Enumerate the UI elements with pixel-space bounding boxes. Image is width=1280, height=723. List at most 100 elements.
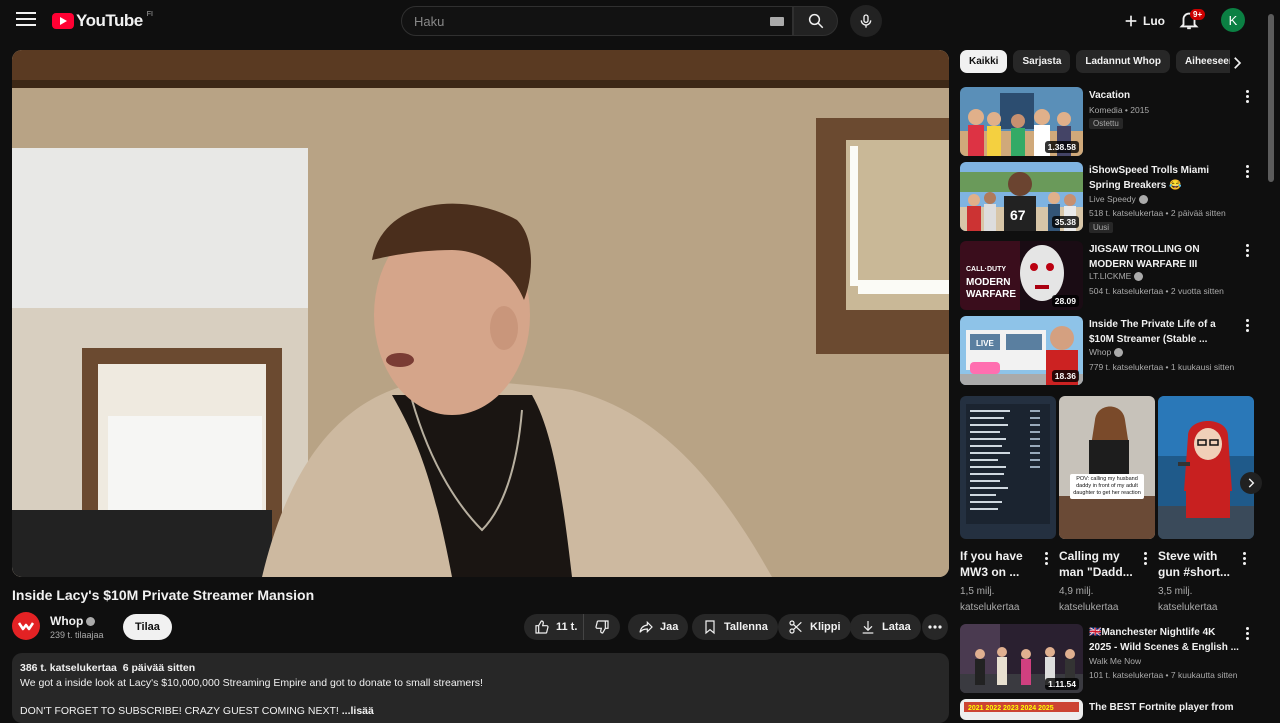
recommendation-channel: LT.LICKME bbox=[1089, 271, 1132, 281]
verified-icon bbox=[1114, 347, 1124, 357]
svg-text:LIVE: LIVE bbox=[976, 339, 994, 348]
recommendation-thumbnail: CALL·DUTY MODERN WARFARE 28.09 bbox=[960, 241, 1083, 310]
recommendation-menu-button[interactable] bbox=[1243, 319, 1251, 335]
chip-related[interactable]: Aiheeseen bbox=[1175, 50, 1230, 73]
search-button[interactable] bbox=[793, 6, 838, 36]
verified-icon bbox=[86, 616, 96, 626]
like-button[interactable]: 11 t. bbox=[524, 614, 586, 640]
description-box[interactable]: 386 t. katselukertaa 6 päivää sitten We … bbox=[12, 653, 949, 723]
description-meta: 386 t. katselukertaa 6 päivää sitten bbox=[20, 661, 941, 676]
upload-age: 6 päivää sitten bbox=[122, 662, 196, 674]
channel-name-link[interactable]: Whop bbox=[50, 614, 96, 628]
short-caption: POV: calling my husband daddy in front o… bbox=[1070, 474, 1144, 499]
purchased-badge: Ostettu bbox=[1089, 118, 1123, 129]
short-item[interactable]: POV: calling my husband daddy in front o… bbox=[1059, 396, 1155, 616]
voice-search-button[interactable] bbox=[850, 5, 882, 37]
recommendation-title: JIGSAW TROLLING ON MODERN WARFARE III bbox=[1089, 244, 1200, 270]
subscribe-button[interactable]: Tilaa bbox=[123, 614, 172, 640]
youtube-play-icon bbox=[52, 13, 74, 29]
search-box bbox=[401, 6, 793, 36]
keyboard-icon[interactable] bbox=[770, 17, 784, 26]
recommendation-item[interactable]: 67 35.38 iShowSpeed Trolls Miami Spring … bbox=[960, 162, 1260, 233]
short-item[interactable]: Steve with gun #short... 3,5 milj. katse… bbox=[1158, 396, 1254, 616]
channel-avatar[interactable] bbox=[12, 612, 40, 640]
microphone-icon bbox=[860, 14, 872, 28]
recommendation-item[interactable]: 1.38.58 Vacation Komedia • 2015 Ostettu bbox=[960, 87, 1260, 157]
clip-button[interactable]: Klippi bbox=[778, 614, 851, 640]
recommendation-channel-row: Live Speedy bbox=[1089, 194, 1148, 204]
recommendation-item[interactable]: LIVE 18.36 Inside The Private Life of a … bbox=[960, 316, 1260, 386]
shorts-shelf: If you have MW3 on ... 1,5 milj. katselu… bbox=[960, 396, 1255, 613]
short-item[interactable]: If you have MW3 on ... 1,5 milj. katselu… bbox=[960, 396, 1056, 616]
chevron-right-icon bbox=[1234, 57, 1242, 69]
download-button[interactable]: Lataa bbox=[850, 614, 921, 640]
recommendation-meta: 504 t. katselukertaa • 2 vuotta sitten bbox=[1089, 286, 1224, 296]
description-line-2-row: DON'T FORGET TO SUBSCRIBE! CRAZY GUEST C… bbox=[20, 704, 941, 719]
short-title: Steve with gun #short... bbox=[1158, 549, 1230, 579]
bookmark-icon bbox=[705, 620, 715, 635]
svg-text:2021 2022 2023 2024 2025: 2021 2022 2023 2024 2025 bbox=[968, 705, 1054, 712]
search-icon bbox=[808, 13, 823, 29]
recommendation-thumbnail: 1.38.58 bbox=[960, 87, 1083, 156]
short-menu-button[interactable] bbox=[1141, 552, 1149, 568]
logo-text: YouTube bbox=[76, 11, 143, 30]
search-input[interactable] bbox=[402, 7, 792, 35]
create-button[interactable]: Luo bbox=[1115, 7, 1173, 35]
recommendation-channel-row: Walk Me Now bbox=[1089, 656, 1141, 666]
recommendation-thumbnail: 2021 2022 2023 2024 2025 bbox=[960, 699, 1083, 720]
video-player[interactable] bbox=[12, 50, 949, 577]
account-avatar[interactable]: K bbox=[1221, 8, 1245, 32]
short-thumbnail: POV: calling my husband daddy in front o… bbox=[1059, 396, 1155, 539]
verified-icon bbox=[1138, 194, 1148, 204]
recommendation-title: Inside The Private Life of a $10M Stream… bbox=[1089, 319, 1216, 345]
recommendation-menu-button[interactable] bbox=[1243, 90, 1251, 106]
like-count: 11 t. bbox=[556, 621, 578, 633]
scissors-icon bbox=[789, 620, 802, 634]
chips-next-button[interactable] bbox=[1228, 54, 1246, 72]
scrollbar-thumb[interactable] bbox=[1268, 14, 1274, 182]
download-label: Lataa bbox=[882, 621, 911, 633]
recommendation-title: 🇬🇧Manchester Nightlife 4K 2025 - Wild Sc… bbox=[1089, 627, 1239, 653]
clip-label: Klippi bbox=[810, 621, 841, 633]
filter-chips: Kaikki Sarjasta Ladannut Whop Aiheeseen bbox=[960, 50, 1230, 74]
more-actions-button[interactable] bbox=[922, 614, 948, 640]
short-title: If you have MW3 on ... bbox=[960, 549, 1023, 579]
thumbnail-image bbox=[1158, 396, 1254, 539]
video-duration: 1.38.58 bbox=[1044, 141, 1079, 153]
recommendation-channel: Komedia • 2015 bbox=[1089, 105, 1150, 115]
recommendation-item[interactable]: 2021 2022 2023 2024 2025 The BEST Fortni… bbox=[960, 699, 1260, 720]
notification-badge: 9+ bbox=[1190, 9, 1206, 20]
recommendation-thumbnail: 1.11.54 bbox=[960, 624, 1083, 693]
share-button[interactable]: Jaa bbox=[628, 614, 689, 640]
menu-icon[interactable] bbox=[16, 12, 36, 28]
recommendation-menu-button[interactable] bbox=[1243, 627, 1251, 643]
chip-all[interactable]: Kaikki bbox=[960, 50, 1008, 73]
recommendation-meta: 779 t. katselukertaa • 1 kuukausi sitten bbox=[1089, 362, 1235, 372]
recommendation-meta: 101 t. katselukertaa • 7 kuukautta sitte… bbox=[1089, 670, 1238, 680]
recommendation-menu-button[interactable] bbox=[1243, 165, 1251, 181]
chip-series[interactable]: Sarjasta bbox=[1013, 50, 1071, 73]
short-views: 4,9 milj. katselukertaa bbox=[1059, 586, 1119, 613]
recommendation-channel-row: LT.LICKME bbox=[1089, 271, 1144, 281]
recommendation-item[interactable]: CALL·DUTY MODERN WARFARE 28.09 JIGSAW TR… bbox=[960, 241, 1260, 311]
save-button[interactable]: Tallenna bbox=[692, 614, 778, 640]
show-more-link[interactable]: ...lisää bbox=[342, 705, 374, 717]
recommendation-menu-button[interactable] bbox=[1243, 244, 1251, 260]
description-line-2: DON'T FORGET TO SUBSCRIBE! CRAZY GUEST C… bbox=[20, 705, 339, 717]
recommendation-title: The BEST Fortnite player from bbox=[1089, 702, 1234, 713]
shorts-next-button[interactable] bbox=[1240, 472, 1262, 494]
recommendation-item[interactable]: 1.11.54 🇬🇧Manchester Nightlife 4K 2025 -… bbox=[960, 624, 1260, 694]
dislike-button[interactable] bbox=[583, 614, 620, 640]
recommendation-channel-row: Komedia • 2015 bbox=[1089, 105, 1149, 115]
short-menu-button[interactable] bbox=[1042, 552, 1050, 568]
recommendation-title: Vacation bbox=[1089, 90, 1131, 101]
chip-uploaded-by[interactable]: Ladannut Whop bbox=[1076, 50, 1170, 73]
short-menu-button[interactable] bbox=[1240, 552, 1248, 568]
short-thumbnail bbox=[1158, 396, 1254, 539]
thumbnail-image bbox=[1059, 396, 1155, 539]
video-duration: 18.36 bbox=[1051, 370, 1079, 382]
youtube-logo[interactable]: YouTube FI bbox=[52, 11, 153, 31]
short-thumbnail bbox=[960, 396, 1056, 539]
short-views: 3,5 milj. katselukertaa bbox=[1158, 586, 1218, 613]
recommendation-thumbnail: 67 35.38 bbox=[960, 162, 1083, 231]
